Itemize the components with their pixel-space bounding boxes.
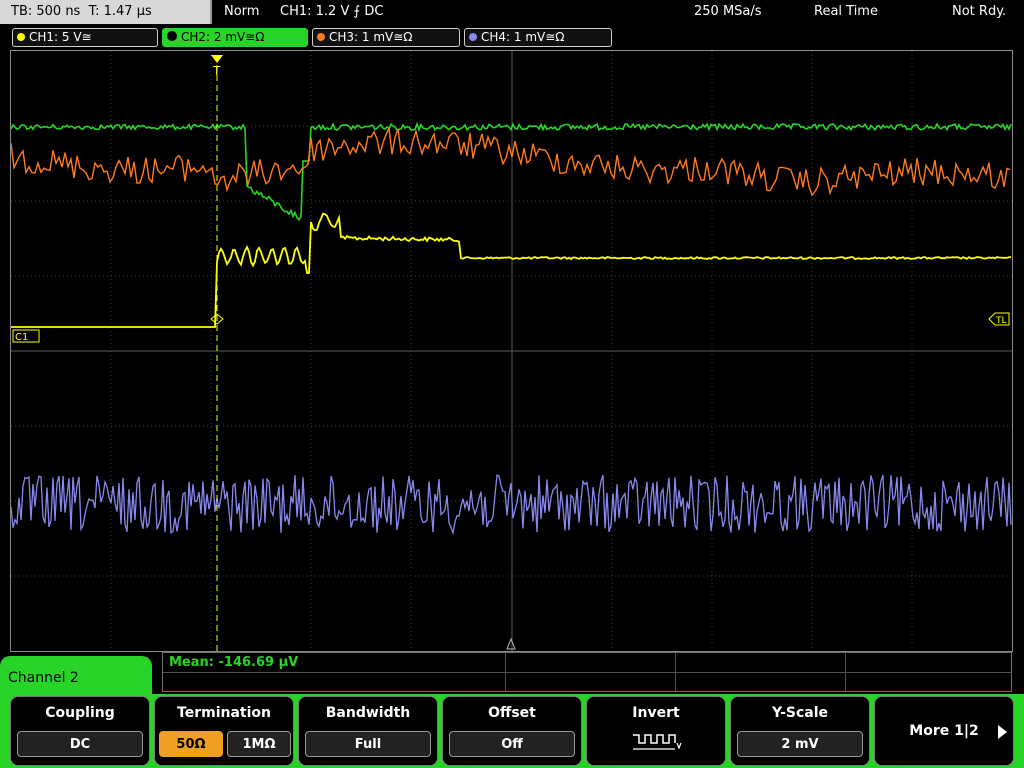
yscale-softkey[interactable]: Y-Scale 2 mV <box>730 696 870 766</box>
graticule <box>11 51 1012 651</box>
coupling-value[interactable]: DC <box>17 731 143 757</box>
timebase-value: TB: 500 ns <box>11 4 81 19</box>
ch3-trace <box>11 125 1011 197</box>
ch3-dot-icon <box>317 33 325 41</box>
more-softkey[interactable]: More 1|2 <box>874 696 1014 766</box>
horizontal-position-icon <box>506 637 516 650</box>
measurement-panel: Mean: -146.69 µV <box>162 652 1012 692</box>
channel-tab-ch1[interactable]: CH1: 5 V≅ <box>12 28 158 47</box>
ch2-dot-icon <box>167 31 177 41</box>
termination-50ohm-option[interactable]: 50Ω <box>159 731 223 757</box>
more-arrow-icon <box>998 725 1007 739</box>
channel-tab-ch3[interactable]: CH3: 1 mV≅Ω <box>312 28 460 47</box>
channel-tab-ch2[interactable]: CH2: 2 mV≅Ω <box>162 28 308 47</box>
trigger-mode: Norm <box>224 4 260 19</box>
mean-measurement: Mean: -146.69 µV <box>169 655 299 670</box>
invert-softkey[interactable]: Invert <box>586 696 726 766</box>
waveform-display[interactable]: T C1 TL <box>10 50 1013 652</box>
more-label: More 1|2 <box>909 723 979 739</box>
offset-softkey[interactable]: Offset Off <box>442 696 582 766</box>
ch1-label: CH1: 5 V≅ <box>29 30 92 44</box>
offset-value[interactable]: Off <box>449 731 575 757</box>
termination-1mohm-option[interactable]: 1MΩ <box>227 731 291 757</box>
timebase-readout[interactable]: TB: 500 ns T: 1.47 µs <box>0 0 212 24</box>
bandwidth-value[interactable]: Full <box>305 731 431 757</box>
trigger-source: CH1: 1.2 V ⨍ DC <box>280 4 384 19</box>
ch1-ground-label: C1 <box>15 332 28 343</box>
bandwidth-softkey[interactable]: Bandwidth Full <box>298 696 438 766</box>
sample-rate: 250 MSa/s <box>694 4 762 19</box>
measurement-row-divider <box>163 672 1011 673</box>
menu-title: Channel 2 <box>0 656 152 696</box>
coupling-label: Coupling <box>45 705 115 721</box>
ch4-label: CH4: 1 mV≅Ω <box>481 30 565 44</box>
yscale-value[interactable]: 2 mV <box>737 731 863 757</box>
termination-label: Termination <box>177 705 271 721</box>
ch2-label: CH2: 2 mV≅Ω <box>181 30 265 44</box>
waveform-svg: T C1 TL <box>11 51 1012 651</box>
run-state: Not Rdy. <box>952 4 1007 19</box>
status-bar: TB: 500 ns T: 1.47 µs Norm CH1: 1.2 V ⨍ … <box>0 0 1024 26</box>
invert-label: Invert <box>632 705 680 721</box>
trigger-position-marker-icon[interactable] <box>211 55 223 63</box>
ch1-trace <box>11 212 1012 328</box>
acquisition-mode: Real Time <box>814 4 878 19</box>
channel-tab-ch4[interactable]: CH4: 1 mV≅Ω <box>464 28 612 47</box>
termination-softkey[interactable]: Termination 50Ω 1MΩ <box>154 696 294 766</box>
trigger-position-label: T <box>212 64 221 78</box>
ch3-label: CH3: 1 mV≅Ω <box>329 30 413 44</box>
ch4-trace <box>11 474 1012 536</box>
ch1-dot-icon <box>17 33 25 41</box>
trigger-level-label: TL <box>995 316 1007 326</box>
invert-waveform-icon <box>633 734 682 750</box>
coupling-softkey[interactable]: Coupling DC <box>10 696 150 766</box>
trigger-time-value: T: 1.47 µs <box>88 4 152 19</box>
offset-label: Offset <box>488 705 536 721</box>
ch2-trace <box>11 121 1012 222</box>
ch4-dot-icon <box>469 33 477 41</box>
bandwidth-label: Bandwidth <box>325 705 411 721</box>
yscale-label: Y-Scale <box>771 705 828 721</box>
